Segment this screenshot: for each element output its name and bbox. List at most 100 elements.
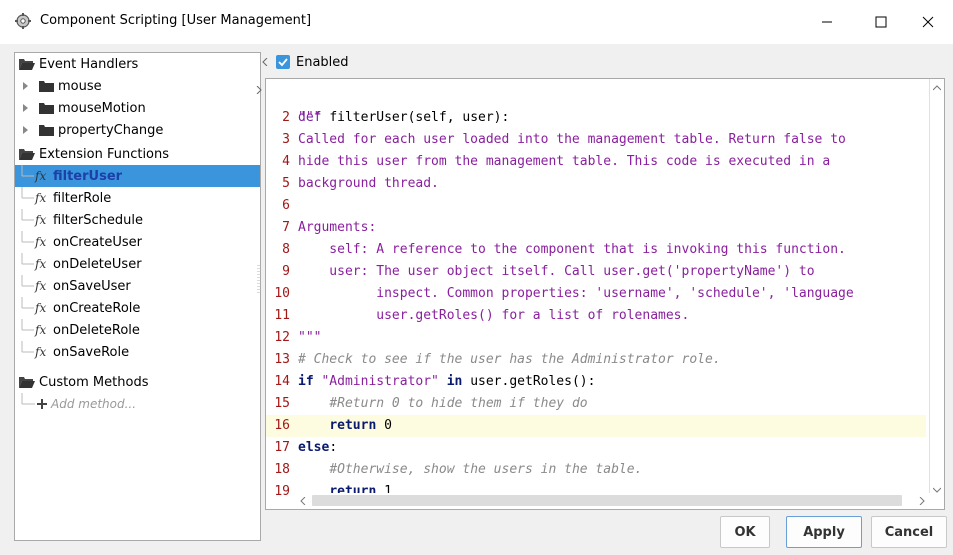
enabled-checkbox[interactable]: [276, 55, 290, 69]
line-number: 18: [274, 462, 290, 477]
code-text: if "Administrator" in user.getRoles():: [298, 374, 596, 389]
code-line[interactable]: 9 user: The user object itself. Call use…: [266, 261, 926, 283]
enabled-row: Enabled: [262, 53, 349, 71]
code-line[interactable]: 13 # Check to see if the user has the Adm…: [266, 349, 926, 371]
add-method-node[interactable]: Add method...: [21, 393, 260, 415]
line-number: 3: [282, 132, 290, 147]
tree-node-onsaveuser[interactable]: fx onSaveUser: [15, 275, 260, 297]
code-line[interactable]: 16 return 0: [266, 415, 926, 437]
close-button[interactable]: [905, 7, 951, 37]
code-text: # Check to see if the user has the Admin…: [298, 352, 721, 367]
folder-icon: [39, 81, 54, 92]
code-text: background thread.: [298, 176, 439, 191]
function-icon: fx: [35, 323, 47, 337]
tree-node-mouse[interactable]: mouse: [21, 75, 260, 97]
line-number: 17: [274, 440, 290, 455]
script-tree[interactable]: Event Handlers mouse mouseMotion propert…: [14, 52, 261, 541]
code-line[interactable]: 14 if "Administrator" in user.getRoles():: [266, 371, 926, 393]
scroll-down-icon[interactable]: [933, 487, 941, 493]
checkmark-icon: [278, 58, 288, 67]
tree-node-onsaverole[interactable]: fx onSaveRole: [15, 341, 260, 363]
code-text: Called for each user loaded into the man…: [298, 132, 846, 147]
tree-node-filterrole[interactable]: fx filterRole: [15, 187, 260, 209]
expand-arrow-icon: [23, 126, 28, 134]
tree-label: onCreateUser: [53, 234, 143, 250]
folder-open-icon: [19, 148, 35, 160]
tree-connector-icon: [21, 209, 34, 221]
code-text: inspect. Common properties: 'username', …: [298, 286, 854, 301]
tree-label: onSaveRole: [53, 344, 130, 360]
tree-node-ondeleteuser[interactable]: fx onDeleteUser: [15, 253, 260, 275]
expand-arrow-icon: [23, 82, 28, 90]
ok-button[interactable]: OK: [720, 516, 770, 548]
code-line[interactable]: 4 hide this user from the management tabl…: [266, 151, 926, 173]
code-text: Arguments:: [298, 220, 377, 235]
code-line[interactable]: 10 inspect. Common properties: 'username…: [266, 283, 926, 305]
tree-node-filterschedule[interactable]: fx filterSchedule: [15, 209, 260, 231]
splitter-grip-icon[interactable]: [257, 265, 261, 293]
tree-label: onDeleteRole: [53, 322, 140, 338]
tree-label: Custom Methods: [39, 374, 149, 390]
code-line[interactable]: 7 Arguments:: [266, 217, 926, 239]
tree-node-filteruser[interactable]: fx filterUser: [15, 165, 260, 187]
scroll-up-icon[interactable]: [933, 85, 941, 91]
expand-right-arrow-icon[interactable]: [256, 86, 262, 94]
tree-connector-icon: [21, 275, 34, 287]
code-line[interactable]: 6: [266, 195, 926, 217]
line-number: 5: [282, 176, 290, 191]
tree-node-custom-methods[interactable]: Custom Methods: [19, 371, 260, 393]
code-line[interactable]: 11 user.getRoles() for a list of rolenam…: [266, 305, 926, 327]
function-icon: fx: [35, 169, 47, 183]
code-line[interactable]: 15 #Return 0 to hide them if they do: [266, 393, 926, 415]
code-line-header[interactable]: def filterUser(self, user):: [266, 85, 926, 125]
tree-connector-icon: [21, 253, 34, 265]
line-number: 15: [274, 396, 290, 411]
maximize-button[interactable]: [858, 7, 904, 37]
tree-node-extension-functions[interactable]: Extension Functions: [19, 143, 260, 165]
tree-node-oncreateuser[interactable]: fx onCreateUser: [15, 231, 260, 253]
code-text: """: [298, 110, 322, 125]
tree-node-mousemotion[interactable]: mouseMotion: [21, 97, 260, 119]
horizontal-scrollbar[interactable]: [294, 493, 931, 509]
code-line[interactable]: 5 background thread.: [266, 173, 926, 195]
code-text: return 0: [329, 418, 392, 433]
tree-node-ondeleterole[interactable]: fx onDeleteRole: [15, 319, 260, 341]
code-line[interactable]: 17 else:: [266, 437, 926, 459]
line-number: 11: [274, 308, 290, 323]
plus-icon: [37, 399, 47, 409]
code-editor[interactable]: def filterUser(self, user): 2 """ 3 Called …: [265, 78, 945, 510]
code-text: #Return 0 to hide them if they do: [329, 396, 588, 411]
script-gear-icon: [15, 13, 31, 29]
cancel-button[interactable]: Cancel: [871, 516, 947, 548]
tree-connector-icon: [21, 165, 34, 177]
code-text: """: [298, 330, 322, 345]
tree-node-propertychange[interactable]: propertyChange: [21, 119, 260, 141]
code-line[interactable]: 18 #Otherwise, show the users in the tab…: [266, 459, 926, 481]
scroll-right-icon[interactable]: [919, 497, 925, 505]
tree-node-event-handlers[interactable]: Event Handlers: [19, 53, 260, 75]
code-line[interactable]: 2 """: [266, 107, 926, 129]
code-line[interactable]: 3 Called for each user loaded into the ma…: [266, 129, 926, 151]
tree-node-oncreaterole[interactable]: fx onCreateRole: [15, 297, 260, 319]
line-number: 19: [274, 484, 290, 499]
horizontal-scroll-thumb[interactable]: [312, 495, 902, 506]
tree-label: Event Handlers: [39, 56, 139, 72]
tree-label: mouseMotion: [58, 100, 146, 116]
tree-label: filterRole: [53, 190, 112, 206]
minimize-button[interactable]: [804, 7, 850, 37]
folder-open-icon: [19, 376, 35, 388]
scroll-left-icon[interactable]: [300, 497, 306, 505]
tree-label: filterSchedule: [53, 212, 143, 228]
folder-open-icon: [19, 58, 35, 70]
code-line[interactable]: 8 self: A reference to the component tha…: [266, 239, 926, 261]
code-text: #Otherwise, show the users in the table.: [329, 462, 643, 477]
maximize-icon: [875, 16, 887, 28]
tree-label: filterUser: [53, 168, 123, 184]
tree-connector-icon: [21, 393, 35, 405]
line-number: 12: [274, 330, 290, 345]
vertical-scrollbar[interactable]: [929, 79, 944, 495]
code-text: hide this user from the management table…: [298, 154, 831, 169]
apply-button[interactable]: Apply: [786, 516, 862, 548]
code-line[interactable]: 12 """: [266, 327, 926, 349]
collapse-left-arrow-icon[interactable]: [262, 58, 268, 66]
